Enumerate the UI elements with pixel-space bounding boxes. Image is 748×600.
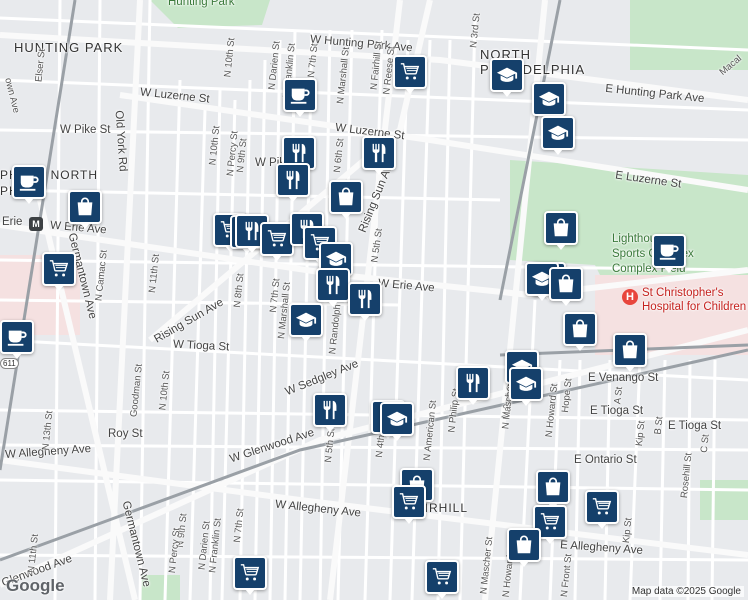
roy-st-label: Roy St [108, 428, 143, 440]
coffee-pin[interactable] [283, 78, 317, 117]
w-pike-st-label: W Pike St [60, 124, 111, 136]
coffee-icon [658, 240, 680, 262]
e-ontario-st-label: E Ontario St [574, 454, 637, 466]
shopping-cart-pin[interactable] [392, 485, 426, 524]
restaurant-pin[interactable] [348, 282, 382, 321]
metro-station-icon[interactable]: M [29, 217, 43, 231]
shopping-cart-pin[interactable] [260, 222, 294, 261]
school-pin[interactable] [541, 116, 575, 155]
school-icon [496, 64, 518, 86]
shopping-cart-icon [591, 496, 613, 518]
coffee-pin[interactable] [652, 234, 686, 273]
school-icon [325, 248, 347, 270]
shopping-cart-icon [398, 491, 420, 513]
b-st-label: B St [652, 415, 666, 436]
coffee-icon [18, 171, 40, 193]
shopping-cart-icon [266, 228, 288, 250]
shopping-bag-icon [542, 476, 564, 498]
shopping-bag-pin[interactable] [613, 333, 647, 372]
shopping-cart-icon [399, 61, 421, 83]
map-attribution[interactable]: Map data ©2025 Google [628, 586, 744, 597]
school-pin[interactable] [532, 82, 566, 121]
erie-label: Erie [2, 216, 23, 228]
school-pin[interactable] [380, 402, 414, 441]
shopping-cart-icon [239, 562, 261, 584]
school-pin[interactable] [289, 303, 323, 342]
shopping-cart-pin[interactable] [42, 252, 76, 291]
shopping-bag-pin[interactable] [563, 312, 597, 351]
school-pin[interactable] [509, 367, 543, 406]
coffee-icon [6, 326, 28, 348]
hospital-icon[interactable]: H [622, 289, 638, 305]
shopping-cart-icon [48, 258, 70, 280]
e-tioga-st-label: E Tioga St [590, 405, 644, 417]
shopping-bag-icon [569, 318, 591, 340]
shopping-bag-icon [619, 339, 641, 361]
st-christophers-label[interactable]: St Christopher's [642, 287, 723, 299]
shopping-bag-icon [550, 217, 572, 239]
shopping-cart-pin[interactable] [425, 560, 459, 599]
restaurant-icon [319, 399, 341, 421]
shopping-bag-pin[interactable] [544, 211, 578, 250]
shopping-bag-pin[interactable] [329, 180, 363, 219]
shopping-cart-pin[interactable] [233, 556, 267, 595]
shopping-bag-icon [555, 273, 577, 295]
coffee-icon [289, 84, 311, 106]
school-pin[interactable] [490, 58, 524, 97]
school-icon [547, 122, 569, 144]
restaurant-pin[interactable] [362, 136, 396, 175]
route-611-shield: 611 [0, 358, 19, 369]
shopping-cart-icon [431, 566, 453, 588]
school-icon [386, 408, 408, 430]
restaurant-icon [462, 372, 484, 394]
shopping-bag-icon [335, 186, 357, 208]
school-icon [515, 373, 537, 395]
shopping-bag-icon [513, 534, 535, 556]
google-logo: Google [6, 576, 65, 595]
a-st-label: A St [612, 386, 626, 405]
restaurant-pin[interactable] [276, 163, 310, 202]
small-park-green-2 [700, 480, 748, 520]
shopping-cart-pin[interactable] [585, 490, 619, 529]
restaurant-icon [354, 288, 376, 310]
restaurant-pin[interactable] [316, 268, 350, 307]
shopping-bag-icon [74, 196, 96, 218]
restaurant-pin[interactable] [313, 393, 347, 432]
restaurant-icon [288, 142, 310, 164]
school-icon [538, 88, 560, 110]
shopping-bag-pin[interactable] [549, 267, 583, 306]
restaurant-icon [368, 142, 390, 164]
c-st-label: C St [698, 433, 712, 454]
school-icon [295, 309, 317, 331]
shopping-bag-pin[interactable] [507, 528, 541, 567]
hunting-park-label: Hunting Park [168, 0, 235, 8]
e-venango-st-label: E Venango St [588, 372, 659, 384]
hunting-park-area-label: HUNTING PARK [14, 40, 124, 55]
restaurant-icon [322, 274, 344, 296]
shopping-bag-pin[interactable] [68, 190, 102, 229]
shopping-cart-pin[interactable] [393, 55, 427, 94]
coffee-pin[interactable] [12, 165, 46, 204]
restaurant-pin[interactable] [456, 366, 490, 405]
shopping-bag-pin[interactable] [536, 470, 570, 509]
coffee-pin[interactable] [0, 320, 34, 359]
hospital-for-children-label[interactable]: Hospital for Children [642, 301, 746, 313]
restaurant-icon [282, 169, 304, 191]
e-tioga-st-label-2: E Tioga St [668, 420, 722, 432]
shopping-cart-icon [539, 511, 561, 533]
